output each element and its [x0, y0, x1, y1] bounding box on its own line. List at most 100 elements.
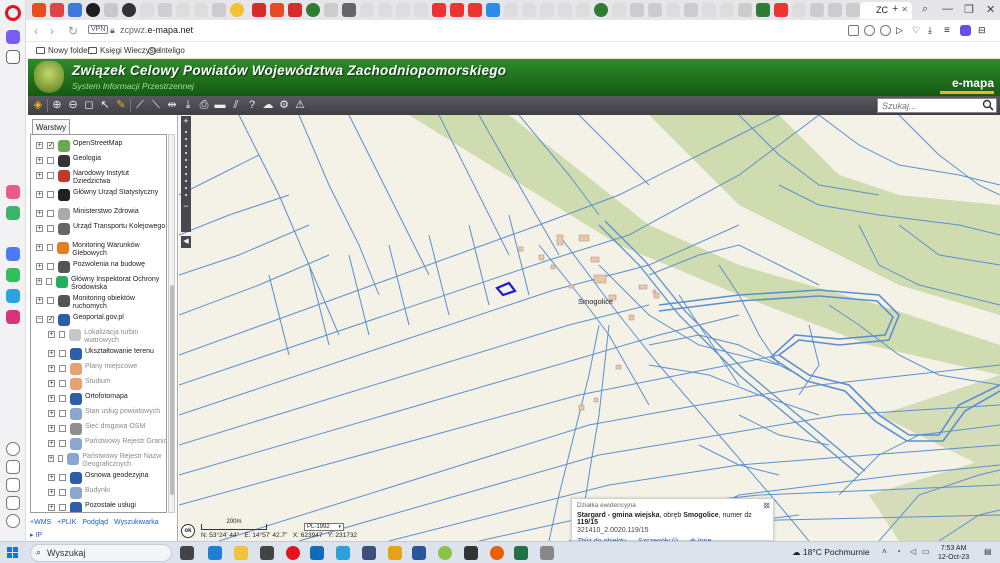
expand-plus-icon[interactable]: + — [36, 225, 43, 232]
tab-favicon[interactable] — [774, 3, 788, 17]
tab-favicon[interactable] — [792, 3, 806, 17]
layer-item[interactable]: + Geologia — [31, 155, 166, 167]
whatsapp-icon[interactable] — [6, 268, 20, 282]
taskbar-search[interactable]: ⌕ Wyszukaj — [30, 544, 172, 562]
add-file-link[interactable]: +PLIK — [57, 519, 76, 526]
instagram-icon[interactable] — [6, 310, 20, 324]
tab-favicon[interactable] — [846, 3, 860, 17]
layer-checkbox[interactable] — [58, 455, 64, 462]
layer-item[interactable]: + Pozwolenia na budowę — [31, 261, 166, 273]
map-search-input[interactable] — [877, 98, 997, 113]
layers-stack-icon[interactable]: ◈ — [31, 98, 45, 112]
layer-checkbox[interactable] — [59, 474, 66, 481]
tab-favicon[interactable] — [176, 3, 190, 17]
chevron-up-icon[interactable]: ˄ — [882, 547, 887, 556]
expand-plus-icon[interactable]: + — [36, 297, 43, 304]
tab-favicon[interactable] — [50, 3, 64, 17]
tab-favicon[interactable] — [396, 3, 410, 17]
player-icon[interactable] — [6, 442, 20, 456]
cloud-icon[interactable]: ☁ — [261, 98, 275, 112]
settings-gear-icon[interactable] — [6, 514, 20, 528]
send-icon[interactable] — [6, 460, 20, 474]
zoom-out-icon[interactable]: − — [181, 201, 191, 211]
tab-favicon[interactable] — [432, 3, 446, 17]
layer-item[interactable]: + Osnowa geodezyjna — [31, 472, 166, 484]
tab-favicon[interactable] — [158, 3, 172, 17]
word-icon[interactable] — [412, 546, 426, 560]
sidebar-toggle-icon[interactable]: ⊟ — [978, 25, 989, 36]
layer-checkbox[interactable]: ✓ — [47, 142, 54, 149]
aria-icon[interactable] — [6, 185, 20, 199]
zoom-in-icon[interactable]: ⊕ — [50, 98, 64, 112]
file-explorer-icon[interactable] — [234, 546, 248, 560]
layer-item[interactable]: + Ukształtowanie terenu — [31, 348, 166, 360]
tab-favicon[interactable] — [104, 3, 118, 17]
emapa-brand[interactable]: e-mapa — [952, 76, 994, 90]
camera-icon[interactable] — [864, 25, 875, 36]
layer-item[interactable]: + Monitoring Warunków Glebowych — [31, 242, 166, 258]
tab-favicon[interactable] — [522, 3, 536, 17]
map-canvas[interactable] — [179, 115, 1000, 541]
layer-item[interactable]: + Główny Inspektorat Ochrony Środowiska — [31, 276, 166, 292]
expand-plus-icon[interactable]: + — [36, 263, 43, 270]
tab-favicon[interactable] — [720, 3, 734, 17]
tab-favicon[interactable] — [252, 3, 266, 17]
tab-favicon[interactable] — [612, 3, 626, 17]
layer-checkbox[interactable] — [59, 410, 66, 417]
tab-favicon[interactable] — [468, 3, 482, 17]
layer-item[interactable]: + Narodowy Instytut Dziedzictwa — [31, 170, 166, 186]
forward-icon[interactable]: › — [50, 24, 54, 38]
full-extent-icon[interactable]: ◻ — [82, 98, 96, 112]
expand-plus-icon[interactable]: + — [48, 489, 55, 496]
settings-gear-icon[interactable] — [540, 546, 554, 560]
back-icon[interactable]: ‹ — [34, 24, 38, 38]
app-icon[interactable] — [438, 546, 452, 560]
telegram-icon[interactable] — [6, 289, 20, 303]
tab-favicon[interactable] — [648, 3, 662, 17]
ip-link[interactable]: ▸ IP — [30, 531, 42, 539]
expand-plus-icon[interactable]: + — [48, 331, 55, 338]
expand-plus-icon[interactable]: + — [48, 365, 55, 372]
tab-favicon[interactable] — [702, 3, 716, 17]
clock-icon[interactable] — [6, 478, 20, 492]
tab-favicon[interactable] — [32, 3, 46, 17]
expand-plus-icon[interactable]: + — [36, 172, 43, 179]
layer-checkbox[interactable] — [46, 278, 52, 285]
tab-favicon[interactable] — [86, 3, 100, 17]
close-window-icon[interactable]: ✕ — [986, 3, 995, 16]
measure-width-icon[interactable]: ⇹ — [165, 98, 179, 112]
tab-favicon[interactable] — [324, 3, 338, 17]
layer-item[interactable]: − ✓ Geoportal.gov.pl — [31, 314, 166, 326]
layer-item[interactable]: + Lokalizacja turbin wiatrowych — [31, 329, 166, 345]
layer-item[interactable]: + Monitoring obiektów ruchomych — [31, 295, 166, 311]
tab-favicon[interactable] — [756, 3, 770, 17]
download-map-icon[interactable]: ⤓ — [181, 98, 195, 112]
pencil-icon[interactable]: ✎ — [114, 98, 128, 112]
layer-item[interactable]: + Państwowy Rejestr Nazw Geograficznych — [31, 453, 166, 469]
bookmark-nowy-folder[interactable]: Nowy folder — [36, 46, 90, 55]
layer-checkbox[interactable] — [59, 425, 66, 432]
notification-icon[interactable]: ▤ — [984, 547, 992, 556]
mail-icon[interactable] — [336, 546, 350, 560]
warning-icon[interactable]: ⚠ — [293, 98, 307, 112]
tab-favicon[interactable] — [212, 3, 226, 17]
layer-checkbox[interactable] — [59, 395, 66, 402]
lock-icon[interactable]: 🔒︎ — [110, 25, 115, 36]
restore-icon[interactable]: ❐ — [964, 3, 974, 16]
close-icon[interactable]: ⊠ — [763, 501, 770, 510]
firefox-icon[interactable] — [490, 546, 504, 560]
battery-icon[interactable]: ▭ — [922, 547, 930, 556]
tab-favicon[interactable] — [270, 3, 284, 17]
network-icon[interactable]: ◔ — [896, 547, 901, 556]
print-icon[interactable]: ⎙ — [197, 98, 211, 112]
tab-favicon[interactable] — [828, 3, 842, 17]
windows-start-icon[interactable] — [7, 547, 19, 559]
tab-favicon[interactable] — [68, 3, 82, 17]
measure-distance-icon[interactable]: ⟋ — [133, 98, 147, 112]
layer-checkbox[interactable] — [59, 489, 66, 496]
opera-icon[interactable] — [286, 546, 300, 560]
expand-plus-icon[interactable]: + — [36, 157, 43, 164]
layer-checkbox[interactable] — [59, 365, 66, 372]
tab-favicon[interactable] — [360, 3, 374, 17]
weather-widget[interactable]: ☁ 18°C Pochmurnie — [792, 547, 870, 558]
